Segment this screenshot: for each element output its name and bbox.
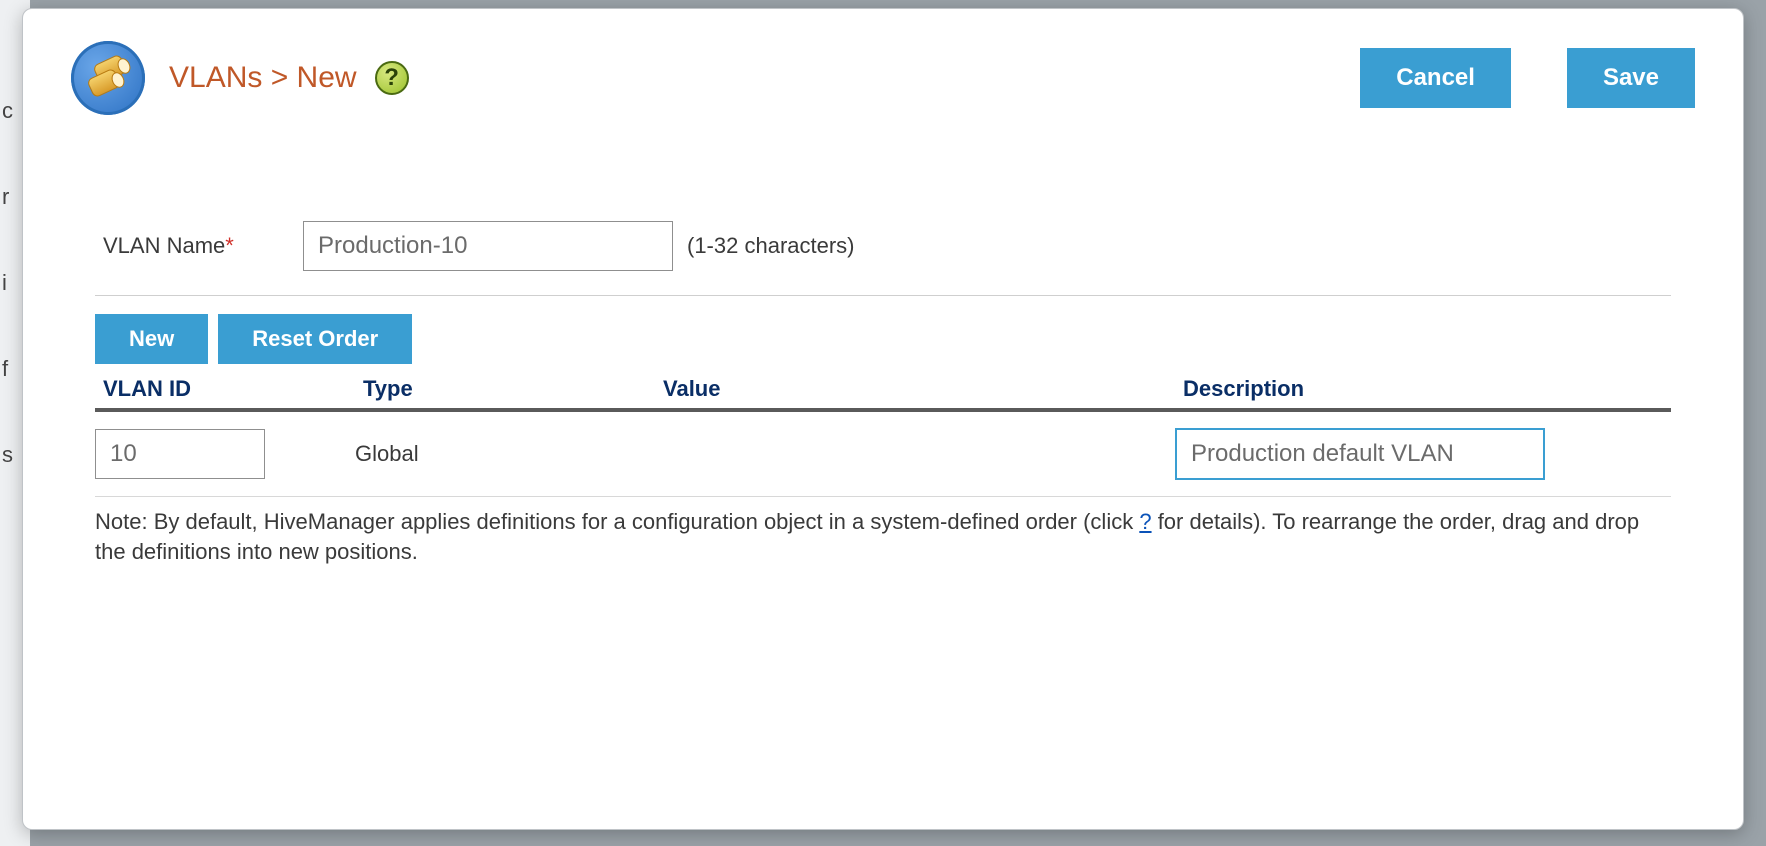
- th-type: Type: [363, 376, 663, 402]
- required-mark: *: [225, 233, 234, 258]
- new-row-button[interactable]: New: [95, 314, 208, 364]
- vlan-logo-icon: [71, 41, 145, 115]
- type-cell: Global: [355, 441, 655, 467]
- reorder-note: Note: By default, HiveManager applies de…: [95, 507, 1671, 566]
- vlan-name-input[interactable]: [303, 221, 673, 271]
- vlan-id-input[interactable]: [95, 429, 265, 479]
- th-vlan-id: VLAN ID: [103, 376, 363, 402]
- vlan-name-label: VLAN Name*: [103, 233, 303, 259]
- dialog-body: VLAN Name* (1-32 characters) New Reset O…: [23, 135, 1743, 566]
- table-toolbar: New Reset Order: [95, 314, 1671, 364]
- note-text-before: Note: By default, HiveManager applies de…: [95, 509, 1139, 534]
- cancel-button[interactable]: Cancel: [1360, 48, 1511, 108]
- th-value: Value: [663, 376, 1183, 402]
- vlan-name-label-text: VLAN Name: [103, 233, 225, 258]
- page-breadcrumb: VLANs > New: [169, 61, 357, 95]
- note-help-link[interactable]: ?: [1139, 509, 1151, 534]
- reset-order-button[interactable]: Reset Order: [218, 314, 412, 364]
- vlan-name-hint: (1-32 characters): [687, 233, 855, 259]
- table-row[interactable]: Global: [95, 412, 1671, 497]
- dialog-header: VLANs > New ? Cancel Save: [23, 9, 1743, 135]
- table-header-row: VLAN ID Type Value Description: [95, 372, 1671, 412]
- th-description: Description: [1183, 376, 1671, 402]
- vlan-new-dialog: VLANs > New ? Cancel Save VLAN Name* (1-…: [22, 8, 1744, 830]
- description-input[interactable]: [1175, 428, 1545, 480]
- help-icon[interactable]: ?: [375, 61, 409, 95]
- vlan-name-row: VLAN Name* (1-32 characters): [95, 205, 1671, 296]
- save-button[interactable]: Save: [1567, 48, 1695, 108]
- vlan-definitions-table: VLAN ID Type Value Description Global: [95, 372, 1671, 497]
